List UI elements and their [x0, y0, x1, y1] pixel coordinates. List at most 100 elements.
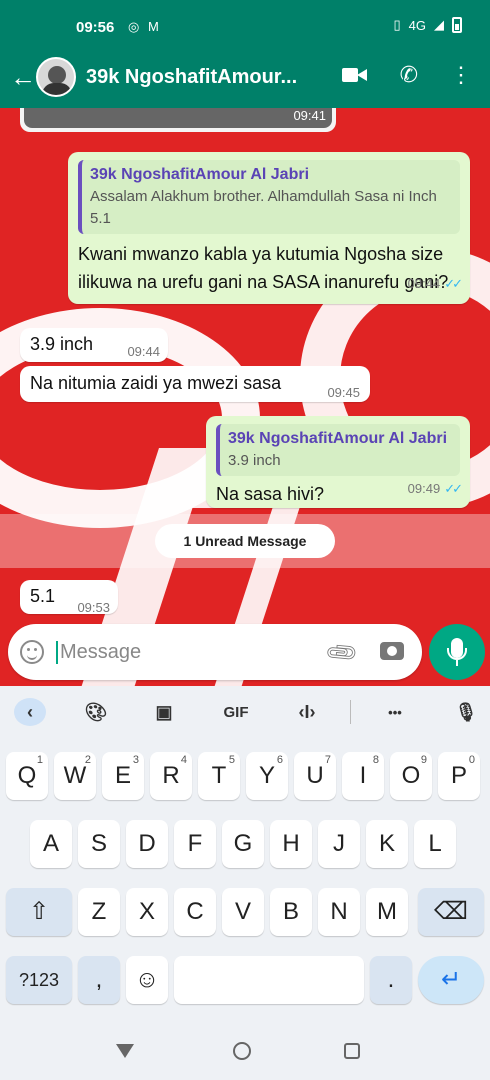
message-text: 3.9 inch	[30, 334, 94, 354]
key-a[interactable]: A	[30, 820, 72, 868]
top-bar: 09:56 ◎ M ▯ 4G ◢ ← 39k NgoshafitAmour...…	[0, 0, 490, 108]
keyboard-collapse-icon[interactable]: ‹	[14, 698, 46, 726]
message-time: 09:44	[127, 344, 160, 359]
outgoing-message[interactable]: 39k NgoshafitAmour Al Jabri 3.9 inch Na …	[206, 416, 470, 508]
message-input[interactable]	[56, 640, 306, 664]
whatsapp-status-icon: ◎	[128, 19, 140, 34]
quoted-sender: 39k NgoshafitAmour Al Jabri	[90, 166, 310, 183]
key-p[interactable]: P0	[438, 752, 480, 800]
voice-record-button[interactable]	[429, 624, 485, 680]
key-i[interactable]: I8	[342, 752, 384, 800]
message-text: Na nitumia zaidi ya mwezi sasa	[30, 373, 282, 393]
key-g[interactable]: G	[222, 820, 264, 868]
chat-app-bar: ← 39k NgoshafitAmour... ✆ ⋮	[0, 52, 490, 102]
nav-back-icon[interactable]	[116, 1044, 134, 1058]
key-d[interactable]: D	[126, 820, 168, 868]
key-number-hint: 5	[228, 754, 235, 766]
message-text: Kwani mwanzo kabla ya kutumia Ngosha siz…	[78, 244, 449, 292]
key-m[interactable]: M	[366, 888, 408, 936]
key-r[interactable]: R4	[150, 752, 192, 800]
period-key[interactable]: .	[370, 956, 412, 1004]
key-number-hint: 6	[276, 754, 283, 766]
read-ticks-icon: ✓✓	[444, 481, 463, 496]
key-y[interactable]: Y6	[246, 752, 288, 800]
key-f[interactable]: F	[174, 820, 216, 868]
nav-home-icon[interactable]	[233, 1042, 251, 1060]
key-l[interactable]: L	[414, 820, 456, 868]
quoted-text: 3.9 inch	[228, 452, 281, 469]
gif-button[interactable]: GIF	[216, 698, 256, 726]
outgoing-message[interactable]: 39k NgoshafitAmour Al Jabri Assalam Alak…	[68, 152, 470, 304]
quoted-sender: 39k NgoshafitAmour Al Jabri	[228, 430, 448, 447]
key-t[interactable]: T5	[198, 752, 240, 800]
more-tools-icon[interactable]: •••	[378, 698, 412, 726]
voice-call-icon[interactable]: ✆	[400, 62, 418, 88]
key-w[interactable]: W2	[54, 752, 96, 800]
key-number-hint: 2	[84, 754, 91, 766]
attach-icon[interactable]: 📎︎	[323, 634, 361, 672]
key-s[interactable]: S	[78, 820, 120, 868]
incoming-message[interactable]: Na nitumia zaidi ya mwezi sasa 09:45	[20, 366, 370, 402]
comma-key[interactable]: ,	[78, 956, 120, 1004]
chat-area[interactable]: 09:41 39k NgoshafitAmour Al Jabri Assala…	[0, 108, 490, 686]
sticker-icon[interactable]: ▣	[150, 698, 178, 726]
vibrate-icon: ▯	[393, 17, 401, 32]
incoming-message[interactable]: 3.9 inch 09:44	[20, 328, 168, 362]
key-k[interactable]: K	[366, 820, 408, 868]
shift-key[interactable]: ⇧	[6, 888, 72, 936]
key-c[interactable]: C	[174, 888, 216, 936]
system-nav-bar	[0, 1018, 490, 1080]
message-composer: 📎︎	[8, 624, 422, 680]
key-x[interactable]: X	[126, 888, 168, 936]
nav-recents-icon[interactable]	[344, 1043, 360, 1059]
incoming-message[interactable]: 5.1 09:53	[20, 580, 118, 615]
battery-icon	[452, 17, 462, 33]
key-n[interactable]: N	[318, 888, 360, 936]
palette-icon[interactable]: 🎨︎	[82, 698, 110, 726]
contact-avatar[interactable]	[36, 57, 76, 97]
key-h[interactable]: H	[270, 820, 312, 868]
key-b[interactable]: B	[270, 888, 312, 936]
key-u[interactable]: U7	[294, 752, 336, 800]
cursor-control-icon[interactable]: ‹I›	[292, 698, 322, 726]
spacebar[interactable]	[174, 956, 364, 1004]
key-z[interactable]: Z	[78, 888, 120, 936]
key-e[interactable]: E3	[102, 752, 144, 800]
message-time: 09:49	[407, 481, 441, 496]
message-time: 09:53	[77, 600, 110, 615]
chat-title[interactable]: 39k NgoshafitAmour...	[86, 66, 326, 89]
message-time: 09:45	[327, 385, 360, 400]
message-text: 5.1	[30, 586, 56, 606]
quoted-message[interactable]: 39k NgoshafitAmour Al Jabri Assalam Alak…	[78, 160, 460, 234]
camera-icon[interactable]	[380, 642, 404, 660]
quoted-text: Assalam Alakhum brother. Alhamdullah Sas…	[90, 188, 437, 227]
status-right-icons: ▯ 4G ◢	[393, 17, 462, 33]
emoji-key[interactable]: ☺	[126, 956, 168, 1004]
more-options-icon[interactable]: ⋮	[450, 64, 472, 86]
image-message-partial[interactable]: 09:41	[20, 108, 336, 132]
enter-key[interactable]: ↵	[418, 956, 484, 1004]
key-j[interactable]: J	[318, 820, 360, 868]
key-o[interactable]: O9	[390, 752, 432, 800]
gmail-icon: M	[148, 19, 159, 34]
message-meta: 09:49 ✓✓	[407, 473, 463, 503]
key-number-hint: 4	[180, 754, 187, 766]
symbols-key[interactable]: ?123	[6, 956, 72, 1004]
voice-input-icon[interactable]: 🎙︎	[452, 698, 480, 726]
key-number-hint: 0	[468, 754, 475, 766]
4g-signal-icon: 4G	[408, 17, 426, 33]
message-time: 09:44	[407, 276, 441, 291]
app-bar-actions: ✆ ⋮	[341, 62, 472, 88]
key-number-hint: 8	[372, 754, 379, 766]
key-v[interactable]: V	[222, 888, 264, 936]
signal-icon: ◢	[434, 17, 444, 32]
key-q[interactable]: Q1	[6, 752, 48, 800]
back-arrow-icon[interactable]: ←	[0, 62, 36, 93]
backspace-key[interactable]: ⌫	[418, 888, 484, 936]
read-ticks-icon: ✓✓	[444, 276, 463, 291]
unread-messages-banner: 1 Unread Message	[155, 524, 335, 558]
key-number-hint: 7	[324, 754, 331, 766]
video-call-icon[interactable]	[341, 66, 368, 84]
emoji-icon[interactable]	[20, 640, 44, 664]
quoted-message[interactable]: 39k NgoshafitAmour Al Jabri 3.9 inch	[216, 424, 460, 476]
